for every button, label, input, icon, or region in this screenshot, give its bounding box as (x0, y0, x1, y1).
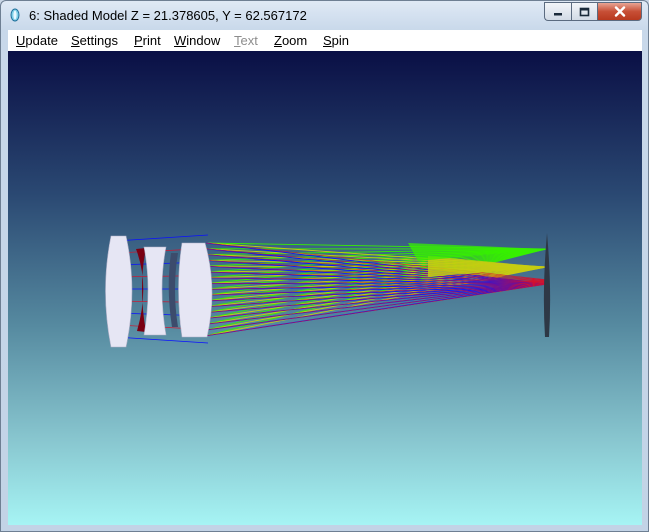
menu-update[interactable]: Update (16, 33, 58, 48)
app-window: 6: Shaded Model Z = 21.378605, Y = 62.56… (0, 0, 649, 532)
lens-element-3 (168, 253, 178, 327)
maximize-icon (579, 7, 590, 16)
menu-zoom[interactable]: Zoom (274, 33, 307, 48)
menu-print[interactable]: Print (134, 33, 161, 48)
maximize-button[interactable] (571, 2, 597, 21)
window-controls (544, 2, 642, 21)
minimize-button[interactable] (544, 2, 571, 21)
lens-element-4 (178, 242, 213, 338)
lens-element-2-edge (136, 248, 146, 332)
app-icon (10, 8, 20, 22)
minimize-icon (554, 12, 562, 15)
lens-element-1 (105, 235, 133, 348)
lens-element-2 (143, 246, 167, 336)
menu-text[interactable]: Text (234, 33, 258, 48)
close-icon (614, 6, 625, 17)
menu-bar: Update Settings Print Window Text Zoom S… (8, 30, 642, 52)
menu-window[interactable]: Window (174, 33, 220, 48)
close-button[interactable] (597, 2, 642, 21)
menu-settings[interactable]: Settings (71, 33, 118, 48)
shaded-model-scene (105, 233, 551, 348)
menu-spin[interactable]: Spin (323, 33, 349, 48)
shaded-model-viewport[interactable] (8, 51, 642, 525)
title-bar[interactable]: 6: Shaded Model Z = 21.378605, Y = 62.56… (1, 1, 648, 30)
window-title: 6: Shaded Model Z = 21.378605, Y = 62.56… (29, 8, 307, 23)
